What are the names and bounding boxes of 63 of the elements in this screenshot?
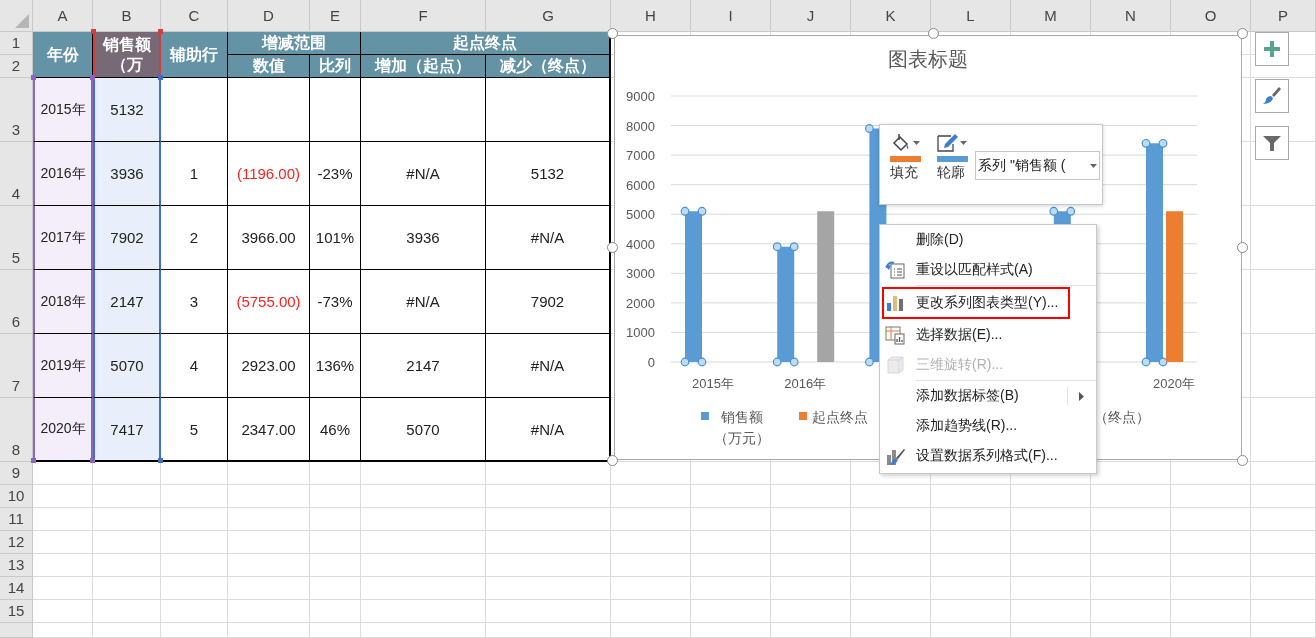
table-cell: 7902 bbox=[486, 270, 611, 334]
table-header: 增加（起点） bbox=[361, 55, 486, 78]
table-cell: 2 bbox=[161, 206, 228, 270]
axis-label: 0 bbox=[647, 355, 655, 370]
table-header: 减少（终点） bbox=[486, 55, 611, 78]
table-cell: #N/A bbox=[486, 398, 611, 462]
axis-label: 2016年 bbox=[784, 376, 827, 391]
table-cell: 2020年 bbox=[33, 398, 93, 462]
axis-label: 7000 bbox=[626, 148, 655, 164]
axis-label: 2000 bbox=[626, 295, 655, 311]
table-header: 年份 bbox=[33, 32, 93, 78]
chart-title: 图表标题 bbox=[888, 48, 968, 70]
legend-label: （万元） bbox=[714, 429, 770, 448]
table-cell: 7417 bbox=[93, 398, 161, 462]
axis-label: 8000 bbox=[626, 118, 655, 134]
axis-label: 3000 bbox=[626, 266, 655, 282]
axis-label: 5000 bbox=[626, 207, 655, 223]
table-cell: 5132 bbox=[486, 142, 611, 206]
table-cell: 2923.00 bbox=[228, 334, 310, 398]
table-cell: (5755.00) bbox=[228, 270, 310, 334]
table-header: 数值 bbox=[228, 55, 310, 78]
table-cell: 5070 bbox=[361, 398, 486, 462]
table-cell: 2347.00 bbox=[228, 398, 310, 462]
axis-label: 2015年 bbox=[692, 376, 734, 391]
table-cell: 136% bbox=[310, 334, 361, 398]
table-cell: 2147 bbox=[361, 334, 486, 398]
table-cell: #N/A bbox=[361, 142, 486, 206]
axis-label: 9000 bbox=[626, 89, 655, 104]
table-cell: 3 bbox=[161, 270, 228, 334]
axis-label: 4000 bbox=[626, 236, 655, 252]
table-cell: 2017年 bbox=[33, 206, 93, 270]
table-cell: 7902 bbox=[93, 206, 161, 270]
table-cell: -23% bbox=[310, 142, 361, 206]
table-header: 辅助行 bbox=[161, 32, 228, 78]
table-cell: 5070 bbox=[93, 334, 161, 398]
table-cell: 2015年 bbox=[33, 78, 93, 142]
table-cell: 1 bbox=[161, 142, 228, 206]
table-cell: 2016年 bbox=[33, 142, 93, 206]
table-cell: 3966.00 bbox=[228, 206, 310, 270]
table-cell: (1196.00) bbox=[228, 142, 310, 206]
table-cell: #N/A bbox=[486, 334, 611, 398]
table-cell: 3936 bbox=[361, 206, 486, 270]
table-cell: 101% bbox=[310, 206, 361, 270]
axis-label: 1000 bbox=[626, 325, 655, 341]
table-cell: 2018年 bbox=[33, 270, 93, 334]
table-header: 销售额（万 bbox=[93, 32, 161, 78]
table-cell: 5132 bbox=[93, 78, 161, 142]
table-header: 增减范围 bbox=[228, 32, 361, 55]
table-cell: 4 bbox=[161, 334, 228, 398]
table-cell: 3936 bbox=[93, 142, 161, 206]
axis-label: 2020年 bbox=[1153, 376, 1195, 391]
table-cell: 2147 bbox=[93, 270, 161, 334]
table-cell: 46% bbox=[310, 398, 361, 462]
table-cell: -73% bbox=[310, 270, 361, 334]
table-cell: 2019年 bbox=[33, 334, 93, 398]
table-cell: #N/A bbox=[361, 270, 486, 334]
legend-label: （终点） bbox=[1094, 408, 1150, 427]
table-cell: 5 bbox=[161, 398, 228, 462]
table-header: 比列 bbox=[310, 55, 361, 78]
legend-label: 起点终点 bbox=[812, 408, 868, 427]
legend-label: 销售额 bbox=[721, 408, 763, 427]
axis-label: 6000 bbox=[626, 177, 655, 193]
table-header: 起点终点 bbox=[361, 32, 611, 55]
